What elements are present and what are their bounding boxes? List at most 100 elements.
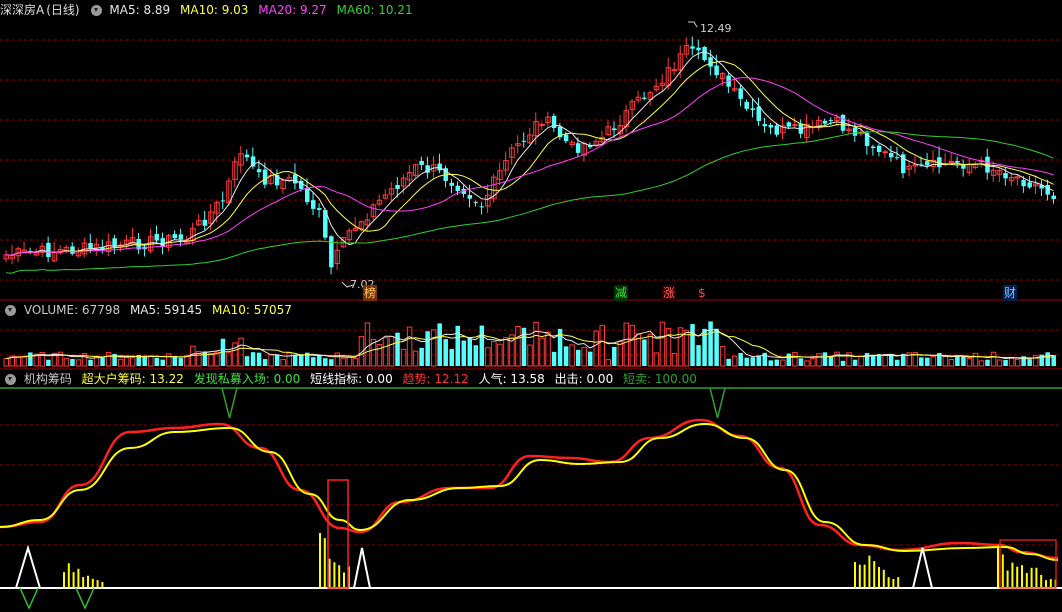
indicator-name: 机构筹码 xyxy=(23,372,72,386)
volume-bar xyxy=(455,325,460,366)
volume-bar xyxy=(925,357,930,366)
candle-body xyxy=(696,47,701,51)
volume-bar xyxy=(154,357,159,366)
volume-bar xyxy=(63,358,70,367)
candle-body xyxy=(792,124,798,127)
short-term-signal xyxy=(15,544,41,589)
volume-bar xyxy=(437,323,442,366)
volume-bar xyxy=(425,331,430,366)
candle-body xyxy=(473,201,479,203)
event-marker-bang[interactable]: 榜 xyxy=(363,285,378,301)
volume-bar xyxy=(178,358,184,366)
volume-bar xyxy=(352,357,359,367)
volume-bar xyxy=(985,359,990,366)
candle-body xyxy=(160,238,166,248)
event-marker-finance[interactable]: 财 xyxy=(1003,285,1018,301)
volume-bar xyxy=(894,359,900,366)
volume-bar xyxy=(744,357,749,366)
candle-body xyxy=(479,206,485,208)
volume-bar xyxy=(930,355,937,367)
ma5-line xyxy=(5,51,1054,256)
volume-bar xyxy=(443,339,448,366)
dropdown-circle-icon[interactable] xyxy=(5,305,16,316)
volume-bar xyxy=(683,329,690,367)
volume-bar xyxy=(599,324,605,367)
volume-bar xyxy=(400,348,407,367)
short-sell-signal xyxy=(709,387,726,419)
volume-bar xyxy=(202,351,208,366)
volume-bar xyxy=(822,352,828,366)
candle-body xyxy=(955,160,960,163)
candle-body xyxy=(822,120,828,124)
volume-bar xyxy=(46,359,51,366)
volume-value: VOLUME: 67798 xyxy=(23,303,121,317)
period-label: (日线) xyxy=(46,3,80,17)
candle-body xyxy=(1051,195,1056,200)
candle-body xyxy=(1021,180,1026,187)
volume-bar xyxy=(515,325,521,367)
volume-bar xyxy=(88,359,93,366)
candle-body xyxy=(756,106,761,121)
volume-bar xyxy=(449,348,454,366)
candle-body xyxy=(828,120,834,122)
volume-bar xyxy=(539,337,545,367)
candle-body xyxy=(329,236,334,268)
candle-body xyxy=(702,46,707,61)
volume-bar xyxy=(840,360,846,366)
volume-bar xyxy=(750,357,755,366)
candle-body xyxy=(467,194,473,199)
volume-bar xyxy=(430,329,437,367)
volume-bar xyxy=(587,351,593,366)
ma20-value: MA20: 9.27 xyxy=(258,3,327,17)
volume-bar xyxy=(642,339,647,366)
volume-bar xyxy=(1008,357,1015,367)
candle-body xyxy=(774,125,780,135)
volume-bar xyxy=(160,359,166,366)
short-sell-signal xyxy=(221,387,238,419)
volume-bar xyxy=(329,359,334,366)
event-marker-dollar[interactable]: $ xyxy=(697,285,707,301)
candle-body xyxy=(750,108,755,110)
volume-bar xyxy=(828,356,834,366)
volume-bar xyxy=(731,355,738,367)
volume-bar xyxy=(719,346,726,367)
candle-body xyxy=(539,123,545,126)
stock-name: 深深房A xyxy=(0,3,45,17)
volume-bar xyxy=(461,340,467,366)
volume-bar xyxy=(232,342,238,367)
volume-bar xyxy=(467,338,473,366)
volume-bar xyxy=(100,357,105,366)
volume-bar xyxy=(147,355,154,367)
volume-bar xyxy=(1003,359,1008,366)
volume-bar xyxy=(129,357,136,367)
event-marker-reduce[interactable]: 减 xyxy=(614,285,629,301)
volume-ma5-value: MA5: 59145 xyxy=(129,303,203,317)
candle-body xyxy=(449,182,454,186)
volume-bar xyxy=(551,351,557,366)
volume-bar xyxy=(3,358,9,367)
dropdown-circle-icon[interactable] xyxy=(5,374,16,385)
event-marker-rise[interactable]: 涨 xyxy=(662,285,677,301)
volume-ma10-value: MA10: 57057 xyxy=(212,303,292,317)
volume-bar xyxy=(479,325,485,366)
ma10-value: MA10: 9.03 xyxy=(180,3,249,17)
short-term-indicator: 短线指标: 0.00 xyxy=(310,372,393,386)
volume-bar xyxy=(798,358,804,366)
volume-bar xyxy=(617,341,624,367)
ma5-value: MA5: 8.89 xyxy=(109,3,171,17)
dropdown-circle-icon[interactable] xyxy=(90,5,102,16)
volume-bar xyxy=(382,337,389,367)
volume-bar xyxy=(256,352,262,366)
volume-bar xyxy=(15,356,22,367)
volume-bar xyxy=(948,358,955,367)
candle-body xyxy=(178,234,184,240)
volume-bar xyxy=(738,352,743,366)
candle-body xyxy=(642,97,647,99)
candle-body xyxy=(46,242,51,258)
candle-body xyxy=(395,184,400,189)
candle-body xyxy=(894,157,900,159)
volume-panel-header: VOLUME: 67798 MA5: 59145 MA10: 57057 xyxy=(0,301,298,319)
private-fund-signal xyxy=(75,587,95,610)
volume-bar xyxy=(919,357,924,366)
candle-body xyxy=(786,122,792,127)
